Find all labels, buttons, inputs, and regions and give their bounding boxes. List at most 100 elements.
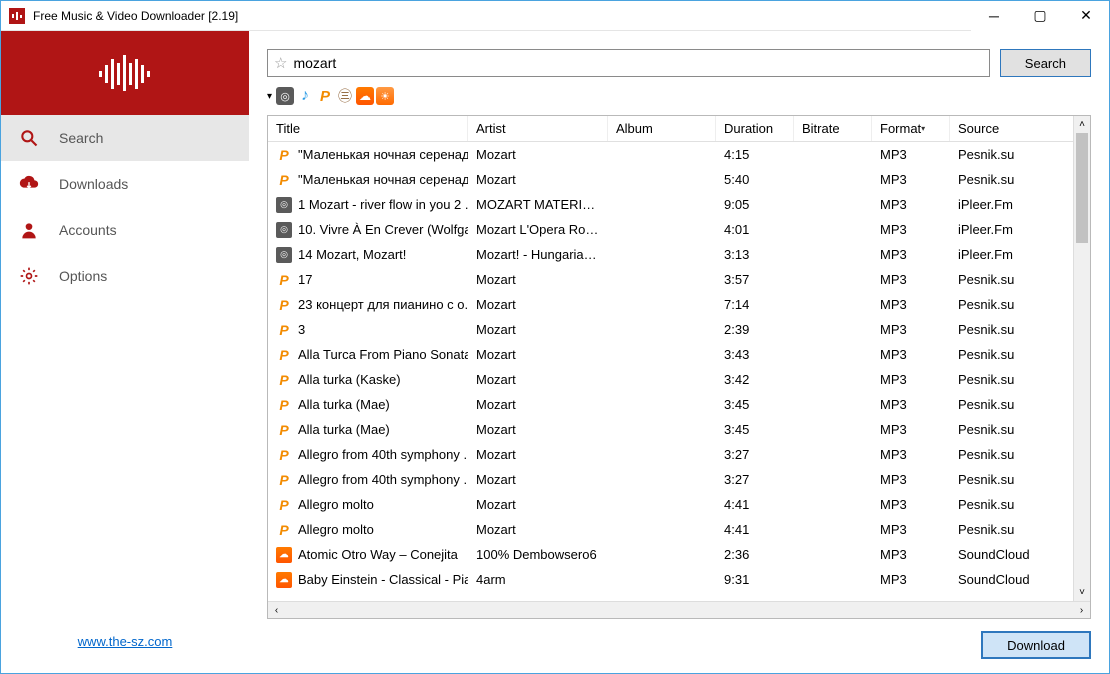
table-row[interactable]: ◎14 Mozart, Mozart!Mozart! - Hungarian C… bbox=[268, 242, 1090, 267]
cell-title: ☁Atomic Otro Way – Conejita bbox=[268, 547, 468, 563]
col-title[interactable]: Title bbox=[268, 116, 468, 141]
cell-title: ☁Baby Einstein - Classical - Pia... bbox=[268, 572, 468, 588]
table-row[interactable]: PAlla Turca From Piano Sonata...Mozart3:… bbox=[268, 342, 1090, 367]
table-row[interactable]: PAlla turka (Mae)Mozart3:45MP3Pesnik.su bbox=[268, 417, 1090, 442]
filter-pesnik-icon[interactable]: P bbox=[316, 87, 334, 105]
cell-duration: 4:15 bbox=[716, 147, 794, 162]
cell-artist: Mozart bbox=[468, 397, 608, 412]
table-row[interactable]: PAllegro from 40th symphony ...Mozart3:2… bbox=[268, 467, 1090, 492]
table-row[interactable]: PAlla turka (Mae)Mozart3:45MP3Pesnik.su bbox=[268, 392, 1090, 417]
table-row[interactable]: PAllegro from 40th symphony ...Mozart3:2… bbox=[268, 442, 1090, 467]
table-row[interactable]: P3Mozart2:39MP3Pesnik.su bbox=[268, 317, 1090, 342]
col-source[interactable]: Source bbox=[950, 116, 1090, 141]
sidebar-item-options[interactable]: Options bbox=[1, 253, 249, 299]
cell-artist: Mozart bbox=[468, 497, 608, 512]
col-album[interactable]: Album bbox=[608, 116, 716, 141]
favorite-star-icon[interactable]: ☆ bbox=[274, 54, 287, 72]
cell-title: PAllegro from 40th symphony ... bbox=[268, 472, 468, 488]
table-row[interactable]: P"Маленькая ночная серенад...Mozart4:15M… bbox=[268, 142, 1090, 167]
pesnik-icon: P bbox=[276, 347, 292, 363]
cell-artist: Mozart bbox=[468, 347, 608, 362]
app-window: Free Music & Video Downloader [2.19] ─ ▢… bbox=[0, 0, 1110, 674]
soundcloud-icon: ☁ bbox=[276, 572, 292, 588]
cloud-download-icon bbox=[17, 172, 41, 196]
cell-artist: Mozart L'Opera Rock. .. bbox=[468, 222, 608, 237]
horizontal-scrollbar[interactable]: ‹ › bbox=[268, 601, 1090, 618]
cell-source: Pesnik.su bbox=[950, 497, 1090, 512]
cell-format: MP3 bbox=[872, 497, 950, 512]
cell-format: MP3 bbox=[872, 372, 950, 387]
pesnik-icon: P bbox=[276, 472, 292, 488]
sidebar-item-downloads[interactable]: Downloads bbox=[1, 161, 249, 207]
gear-icon bbox=[17, 264, 41, 288]
filter-dropdown-icon[interactable]: ▾ bbox=[267, 91, 272, 102]
filter-ipleer-icon[interactable]: ◎ bbox=[276, 87, 294, 105]
logo-block bbox=[1, 31, 249, 115]
scroll-thumb[interactable] bbox=[1076, 133, 1088, 243]
sidebar-item-label: Options bbox=[59, 268, 107, 284]
table-row[interactable]: ◎10. Vivre À En Crever (Wolfga...Mozart … bbox=[268, 217, 1090, 242]
pesnik-icon: P bbox=[276, 372, 292, 388]
table-row[interactable]: ◎1 Mozart - river flow in you 2 ...MOZAR… bbox=[268, 192, 1090, 217]
cell-source: Pesnik.su bbox=[950, 172, 1090, 187]
footer-link-wrap: www.the-sz.com bbox=[1, 618, 249, 673]
col-artist[interactable]: Artist bbox=[468, 116, 608, 141]
cell-artist: MOZART MATERIA 6 P... bbox=[468, 197, 608, 212]
col-format[interactable]: Format bbox=[872, 116, 950, 141]
cell-title: PAllegro molto bbox=[268, 497, 468, 513]
scroll-right-icon[interactable]: › bbox=[1073, 605, 1090, 616]
pesnik-icon: P bbox=[276, 297, 292, 313]
cell-artist: Mozart bbox=[468, 297, 608, 312]
table-row[interactable]: PAllegro moltoMozart4:41MP3Pesnik.su bbox=[268, 492, 1090, 517]
app-body: Search Downloads Accounts Options www.the-s… bbox=[1, 31, 1109, 673]
search-input[interactable] bbox=[293, 55, 982, 71]
cell-source: Pesnik.su bbox=[950, 147, 1090, 162]
filter-sun-icon[interactable]: ☀ bbox=[376, 87, 394, 105]
table-row[interactable]: PAllegro moltoMozart4:41MP3Pesnik.su bbox=[268, 517, 1090, 542]
cell-format: MP3 bbox=[872, 297, 950, 312]
maximize-button[interactable]: ▢ bbox=[1017, 1, 1063, 31]
cell-duration: 9:31 bbox=[716, 572, 794, 587]
pesnik-icon: P bbox=[276, 322, 292, 338]
cell-source: Pesnik.su bbox=[950, 472, 1090, 487]
cell-artist: Mozart! - Hungarian C... bbox=[468, 247, 608, 262]
col-duration[interactable]: Duration bbox=[716, 116, 794, 141]
table-row[interactable]: P"Маленькая ночная серенад...Mozart5:40M… bbox=[268, 167, 1090, 192]
minimize-button[interactable]: ─ bbox=[971, 1, 1017, 31]
cell-format: MP3 bbox=[872, 472, 950, 487]
cell-format: MP3 bbox=[872, 172, 950, 187]
download-button[interactable]: Download bbox=[981, 631, 1091, 659]
sidebar-item-accounts[interactable]: Accounts bbox=[1, 207, 249, 253]
search-button[interactable]: Search bbox=[1000, 49, 1091, 77]
search-box[interactable]: ☆ bbox=[267, 49, 990, 77]
filter-soundcloud-icon[interactable]: ☁ bbox=[356, 87, 374, 105]
scroll-up-icon[interactable]: ˄ bbox=[1074, 116, 1090, 133]
table-row[interactable]: P23 концерт для пианино с о...Mozart7:14… bbox=[268, 292, 1090, 317]
cell-artist: Mozart bbox=[468, 472, 608, 487]
footer-link[interactable]: www.the-sz.com bbox=[78, 634, 173, 649]
pesnik-icon: P bbox=[276, 272, 292, 288]
table-row[interactable]: PAlla turka (Kaske)Mozart3:42MP3Pesnik.s… bbox=[268, 367, 1090, 392]
table-row[interactable]: ☁Baby Einstein - Classical - Pia...4arm9… bbox=[268, 567, 1090, 592]
cell-format: MP3 bbox=[872, 247, 950, 262]
pesnik-icon: P bbox=[276, 497, 292, 513]
sidebar-item-search[interactable]: Search bbox=[1, 115, 249, 161]
scroll-down-icon[interactable]: ˅ bbox=[1074, 584, 1090, 601]
table-body: P"Маленькая ночная серенад... Mozart 4:15 M… bbox=[268, 142, 1090, 601]
vertical-scrollbar[interactable]: ˄ ˅ bbox=[1073, 116, 1090, 601]
close-button[interactable]: ✕ bbox=[1063, 1, 1109, 31]
cell-duration: 2:39 bbox=[716, 322, 794, 337]
table-row[interactable]: ☁Atomic Otro Way – Conejita100% Dembowse… bbox=[268, 542, 1090, 567]
sidebar-item-label: Downloads bbox=[59, 176, 128, 192]
col-bitrate[interactable]: Bitrate bbox=[794, 116, 872, 141]
cell-source: SoundCloud bbox=[950, 572, 1090, 587]
cell-artist: Mozart bbox=[468, 322, 608, 337]
filter-note-icon[interactable]: ♪ bbox=[296, 87, 314, 105]
cell-title: PAllegro from 40th symphony ... bbox=[268, 447, 468, 463]
filter-bag-icon[interactable]: ㊂ bbox=[336, 87, 354, 105]
ipleer-icon: ◎ bbox=[276, 197, 292, 213]
scroll-left-icon[interactable]: ‹ bbox=[268, 605, 285, 616]
table-row[interactable]: P17Mozart3:57MP3Pesnik.su bbox=[268, 267, 1090, 292]
cell-title: P"Маленькая ночная серенад... bbox=[268, 147, 468, 163]
ipleer-icon: ◎ bbox=[276, 247, 292, 263]
